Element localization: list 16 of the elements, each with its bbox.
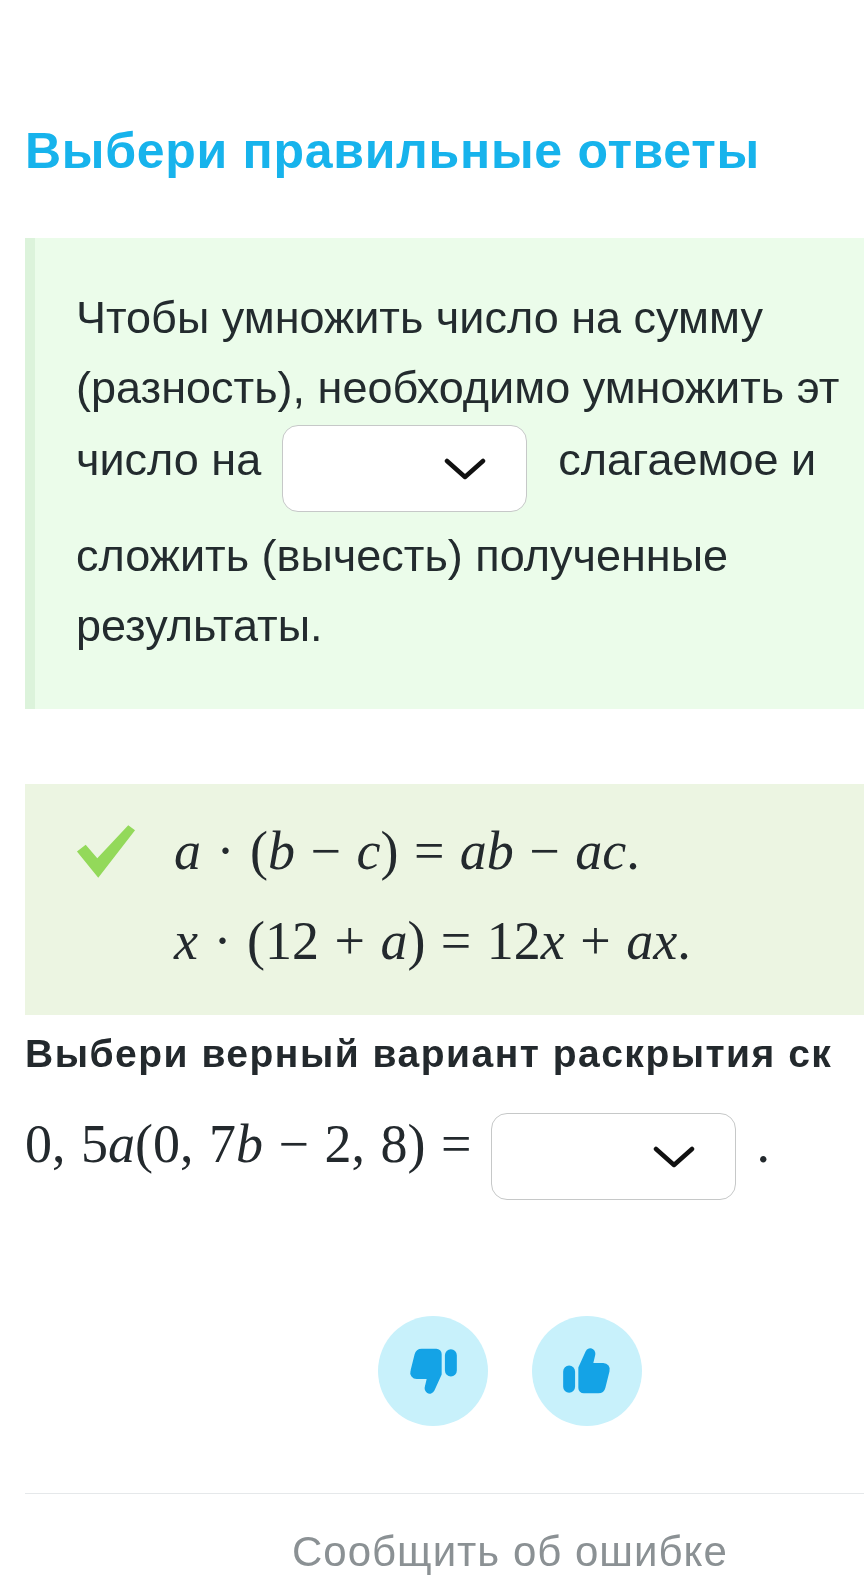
- formula-text: x · (12 + a) = 12x + ax.: [174, 910, 691, 973]
- rule-text: результаты.: [76, 599, 323, 653]
- rule-text: число на: [76, 433, 262, 487]
- rule-text: слагаемое и: [558, 433, 817, 487]
- formula-text: 0, 5a(0, 7b − 2, 8) =: [25, 1113, 472, 1176]
- formula-text: a · (b − c) = ab − ac.: [174, 820, 641, 883]
- chevron-down-icon: [444, 457, 487, 480]
- chevron-down-icon: [653, 1145, 696, 1168]
- question-text: Выбери верный вариант раскрытия ск: [25, 1032, 833, 1076]
- answer-dropdown[interactable]: [282, 425, 528, 512]
- rule-text: сложить (вычесть) полученные: [76, 529, 729, 583]
- page-title: Выбери правильные ответы: [25, 122, 760, 181]
- formula-text: .: [756, 1113, 770, 1176]
- rule-text: (разность), необходимо умножить эт: [76, 361, 840, 415]
- answer-dropdown[interactable]: [491, 1113, 737, 1200]
- rule-text: Чтобы умножить число на сумму: [76, 291, 763, 345]
